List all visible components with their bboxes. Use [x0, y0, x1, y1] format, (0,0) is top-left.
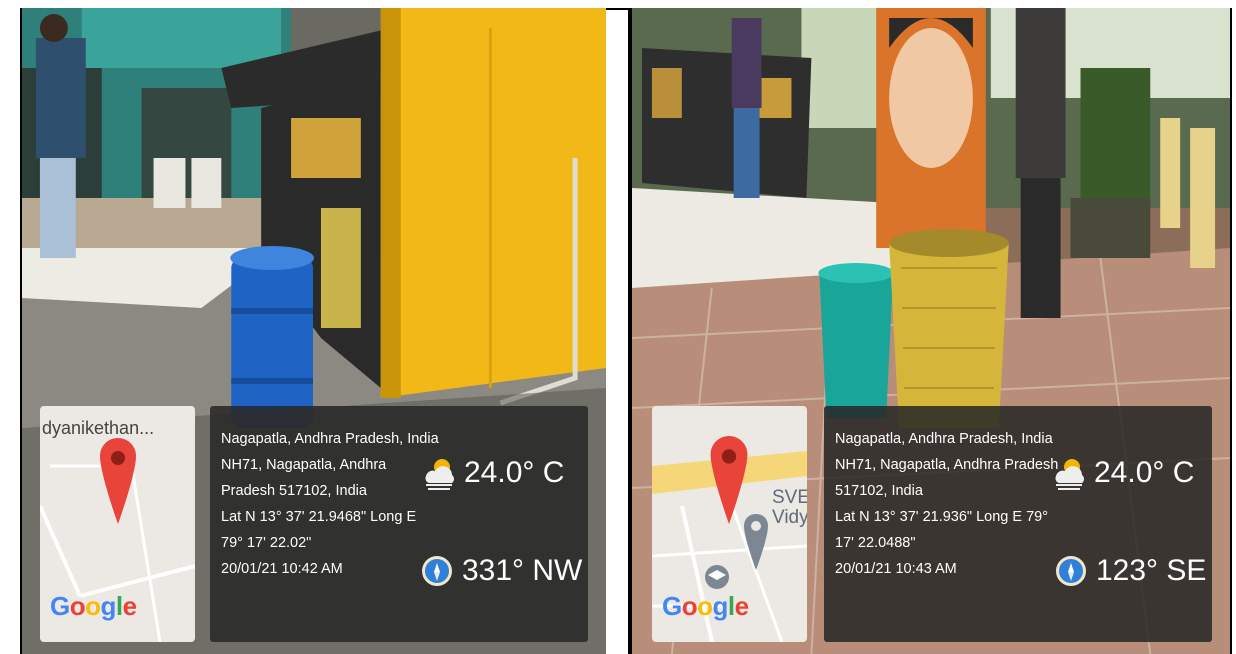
temperature-value: 24.0° C: [464, 456, 565, 489]
address-line-2: 517102, India: [835, 483, 923, 499]
geotag-info-card: Nagapatla, Andhra Pradesh, India NH71, N…: [210, 406, 588, 642]
partly-sunny-icon: [1055, 459, 1084, 490]
weather-readout: 24.0° C: [422, 456, 564, 490]
weather-readout: 24.0° C: [1052, 456, 1194, 490]
address-line-1: NH71, Nagapatla, Andhra: [221, 457, 387, 473]
table-right-border: [1230, 8, 1232, 654]
compass-icon: [422, 556, 452, 586]
coords-line-2: 79° 17' 22.02": [221, 535, 312, 551]
map-pin-icon: [710, 436, 748, 524]
timestamp: 20/01/21 10:43 AM: [835, 561, 957, 577]
school-icon: [705, 565, 729, 589]
address-line-1: NH71, Nagapatla, Andhra Pradesh: [835, 457, 1059, 473]
address-line-2: Pradesh 517102, India: [221, 483, 367, 499]
coords-line-2: 17' 22.0488": [835, 535, 916, 551]
google-logo: Google: [50, 591, 137, 621]
compass-icon: [1056, 556, 1086, 586]
coords-line-1: Lat N 13° 37' 21.936" Long E 79°: [835, 509, 1049, 525]
photo-table: dyanikethan... Google Nagapatla, Andhra …: [0, 0, 1236, 654]
address-block: Nagapatla, Andhra Pradesh, India NH71, N…: [221, 426, 439, 582]
photo-cell-1: dyanikethan... Google Nagapatla, Andhra …: [20, 8, 606, 654]
heading-value: 123° SE: [1096, 554, 1207, 587]
partly-sunny-icon: [425, 459, 454, 490]
timestamp: 20/01/21 10:42 AM: [221, 561, 343, 577]
temperature-value: 24.0° C: [1094, 456, 1195, 489]
google-logo: Google: [662, 591, 749, 621]
map-poi-label: SVE Vidy: [772, 487, 807, 528]
city-line: Nagapatla, Andhra Pradesh, India: [221, 431, 439, 447]
map-pin-icon: [100, 438, 136, 524]
compass-readout: 123° SE: [1056, 554, 1206, 588]
geotag-info-card: Nagapatla, Andhra Pradesh, India NH71, N…: [824, 406, 1212, 642]
compass-readout: 331° NW: [422, 554, 582, 588]
poi-marker-icon: [744, 514, 768, 570]
map-thumbnail: SVE Vidy Google: [652, 406, 807, 642]
heading-value: 331° NW: [462, 554, 583, 587]
photo-cell-2: SVE Vidy Google Nagapatla, Andhra Prades…: [630, 8, 1230, 654]
address-block: Nagapatla, Andhra Pradesh, India NH71, N…: [835, 426, 1059, 582]
map-thumbnail: dyanikethan... Google: [40, 406, 195, 642]
coords-line-1: Lat N 13° 37' 21.9468" Long E: [221, 509, 417, 525]
city-line: Nagapatla, Andhra Pradesh, India: [835, 431, 1053, 447]
map-place-label: dyanikethan...: [42, 418, 155, 438]
